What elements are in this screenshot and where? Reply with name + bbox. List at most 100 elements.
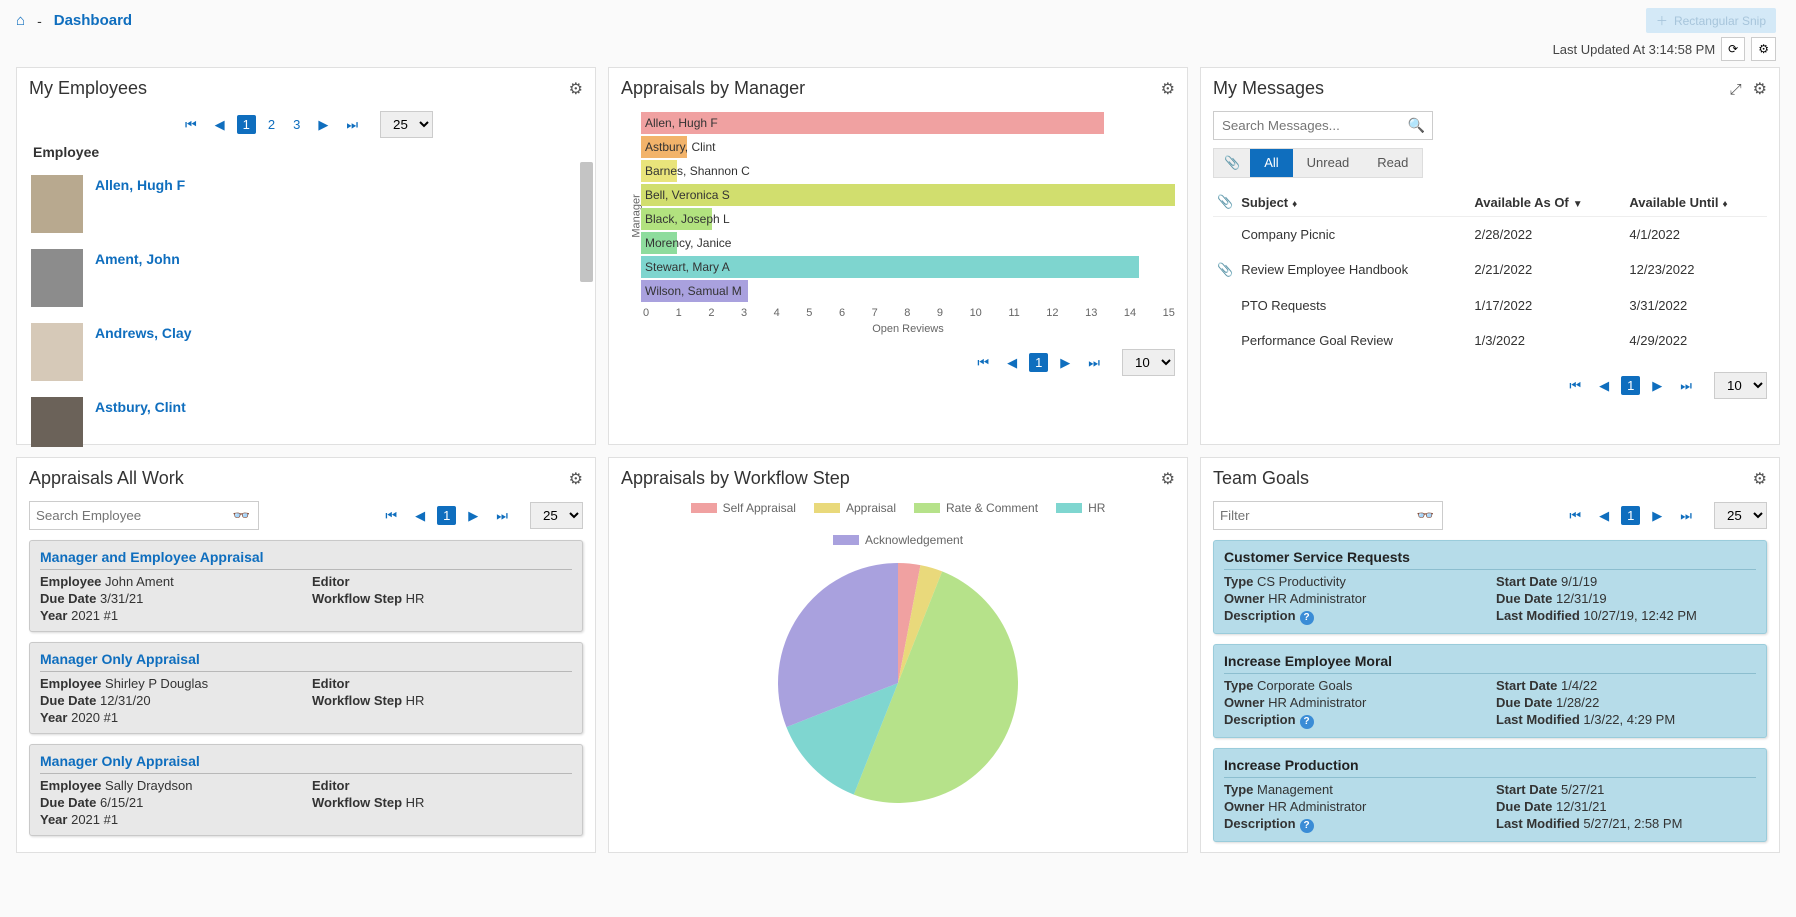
gear-icon[interactable]: ⚙ (569, 79, 583, 99)
refresh-button[interactable]: ⟳ (1721, 37, 1745, 61)
col-subject[interactable]: Subject♦ (1237, 188, 1470, 217)
appraisal-card[interactable]: Manager Only Appraisal Employee Shirley … (29, 642, 583, 734)
bar-label: Stewart, Mary A (645, 260, 730, 274)
message-filters: 📎 All Unread Read (1213, 148, 1423, 178)
bar-row[interactable]: Bell, Veronica S (641, 183, 1175, 207)
bar-row[interactable]: Barnes, Shannon C (641, 159, 1175, 183)
employee-name: Andrews, Clay (95, 323, 191, 341)
next-page-icon[interactable]: ▶ (1646, 376, 1668, 396)
message-row[interactable]: Performance Goal Review 1/3/2022 4/29/20… (1213, 323, 1767, 358)
next-page-icon[interactable]: ▶ (1646, 506, 1668, 526)
last-page-icon[interactable]: ⏭ (340, 115, 364, 135)
first-page-icon[interactable]: ⏮ (379, 506, 403, 526)
filter-unread[interactable]: Unread (1293, 149, 1364, 177)
current-page[interactable]: 1 (1621, 376, 1640, 395)
last-page-icon[interactable]: ⏭ (1082, 353, 1106, 373)
bar-row[interactable]: Black, Joseph L (641, 207, 1175, 231)
home-icon[interactable]: ⌂ (16, 12, 25, 29)
gear-icon[interactable]: ⚙ (1753, 469, 1767, 489)
next-page-icon[interactable]: ▶ (312, 115, 334, 135)
filter-read[interactable]: Read (1363, 149, 1422, 177)
filter-all[interactable]: All (1250, 149, 1292, 177)
page-size-select[interactable]: 25 (1714, 502, 1767, 529)
gear-icon[interactable]: ⚙ (1161, 469, 1175, 489)
panel-title: My Messages (1213, 78, 1324, 99)
prev-page-icon[interactable]: ◀ (409, 506, 431, 526)
first-page-icon[interactable]: ⏮ (971, 353, 995, 373)
prev-page-icon[interactable]: ◀ (209, 115, 231, 135)
search-input[interactable] (30, 502, 225, 529)
goal-card[interactable]: Increase Employee Moral Type Corporate G… (1213, 644, 1767, 738)
message-row[interactable]: 📎 Review Employee Handbook 2/21/2022 12/… (1213, 252, 1767, 288)
page-size-select[interactable]: 25 (530, 502, 583, 529)
appraisal-card[interactable]: Manager and Employee Appraisal Employee … (29, 540, 583, 632)
message-row[interactable]: PTO Requests 1/17/2022 3/31/2022 (1213, 288, 1767, 323)
employee-row[interactable]: Ament, John (29, 241, 583, 315)
current-page[interactable]: 1 (1029, 353, 1048, 372)
goal-card[interactable]: Increase Production Type ManagementStart… (1213, 748, 1767, 842)
gear-icon[interactable]: ⚙ (569, 469, 583, 489)
employee-column-header[interactable]: Employee (29, 138, 583, 167)
employee-list[interactable]: Allen, Hugh F Ament, John Andrews, Clay … (29, 167, 583, 447)
col-asof[interactable]: Available As Of▼ (1470, 188, 1625, 217)
bar-row[interactable]: Stewart, Mary A (641, 255, 1175, 279)
attachment-filter-icon[interactable]: 📎 (1214, 149, 1250, 177)
page-size-select[interactable]: 10 (1714, 372, 1767, 399)
col-attach[interactable]: 📎 (1213, 188, 1237, 217)
legend-item: Appraisal (814, 501, 896, 515)
help-icon[interactable]: ? (1300, 819, 1314, 833)
card-title: Manager Only Appraisal (40, 753, 572, 774)
gear-icon[interactable]: ⚙ (1753, 81, 1767, 98)
scrollbar-thumb[interactable] (580, 162, 593, 282)
bar-row[interactable]: Morency, Janice (641, 231, 1175, 255)
employee-row[interactable]: Andrews, Clay (29, 315, 583, 389)
page-size-select[interactable]: 25 (380, 111, 433, 138)
bar-row[interactable]: Allen, Hugh F (641, 111, 1175, 135)
first-page-icon[interactable]: ⏮ (179, 115, 203, 135)
bar-row[interactable]: Wilson, Samual M (641, 279, 1175, 303)
bar-row[interactable]: Astbury, Clint (641, 135, 1175, 159)
legend-swatch (814, 503, 840, 513)
appraisal-card[interactable]: Manager Only Appraisal Employee Sally Dr… (29, 744, 583, 836)
message-row[interactable]: Company Picnic 2/28/2022 4/1/2022 (1213, 217, 1767, 253)
search-icon[interactable]: 🔍 (1408, 117, 1425, 134)
breadcrumb-dashboard[interactable]: Dashboard (54, 12, 132, 29)
help-icon[interactable]: ? (1300, 715, 1314, 729)
page-3[interactable]: 3 (287, 115, 306, 134)
first-page-icon[interactable]: ⏮ (1563, 376, 1587, 396)
rectangular-snip-button[interactable]: ＋ Rectangular Snip (1646, 8, 1776, 33)
page-size-select[interactable]: 10 (1122, 349, 1175, 376)
prev-page-icon[interactable]: ◀ (1001, 353, 1023, 373)
last-page-icon[interactable]: ⏭ (490, 506, 514, 526)
col-until[interactable]: Available Until♦ (1625, 188, 1767, 217)
employee-row[interactable]: Astbury, Clint (29, 389, 583, 447)
search-input[interactable] (1213, 111, 1433, 140)
next-page-icon[interactable]: ▶ (462, 506, 484, 526)
tick-label: 6 (839, 307, 845, 319)
tick-label: 2 (708, 307, 714, 319)
bar-label: Barnes, Shannon C (645, 164, 750, 178)
binoculars-icon[interactable]: 👓 (1409, 503, 1442, 528)
current-page[interactable]: 1 (437, 506, 456, 525)
bar-label: Astbury, Clint (645, 140, 715, 154)
next-page-icon[interactable]: ▶ (1054, 353, 1076, 373)
first-page-icon[interactable]: ⏮ (1563, 506, 1587, 526)
binoculars-icon[interactable]: 👓 (225, 503, 258, 528)
filter-input[interactable] (1214, 502, 1409, 529)
current-page[interactable]: 1 (1621, 506, 1640, 525)
prev-page-icon[interactable]: ◀ (1593, 376, 1615, 396)
page-2[interactable]: 2 (262, 115, 281, 134)
last-page-icon[interactable]: ⏭ (1674, 376, 1698, 396)
asof-cell: 2/28/2022 (1470, 217, 1625, 253)
last-page-icon[interactable]: ⏭ (1674, 506, 1698, 526)
legend-swatch (914, 503, 940, 513)
goal-card[interactable]: Customer Service Requests Type CS Produc… (1213, 540, 1767, 634)
help-icon[interactable]: ? (1300, 611, 1314, 625)
card-title: Manager Only Appraisal (40, 651, 572, 672)
settings-button[interactable]: ⚙ (1751, 37, 1776, 61)
popout-icon[interactable]: ⤢ (1730, 81, 1742, 98)
page-1[interactable]: 1 (237, 115, 256, 134)
prev-page-icon[interactable]: ◀ (1593, 506, 1615, 526)
gear-icon[interactable]: ⚙ (1161, 79, 1175, 99)
employee-row[interactable]: Allen, Hugh F (29, 167, 583, 241)
